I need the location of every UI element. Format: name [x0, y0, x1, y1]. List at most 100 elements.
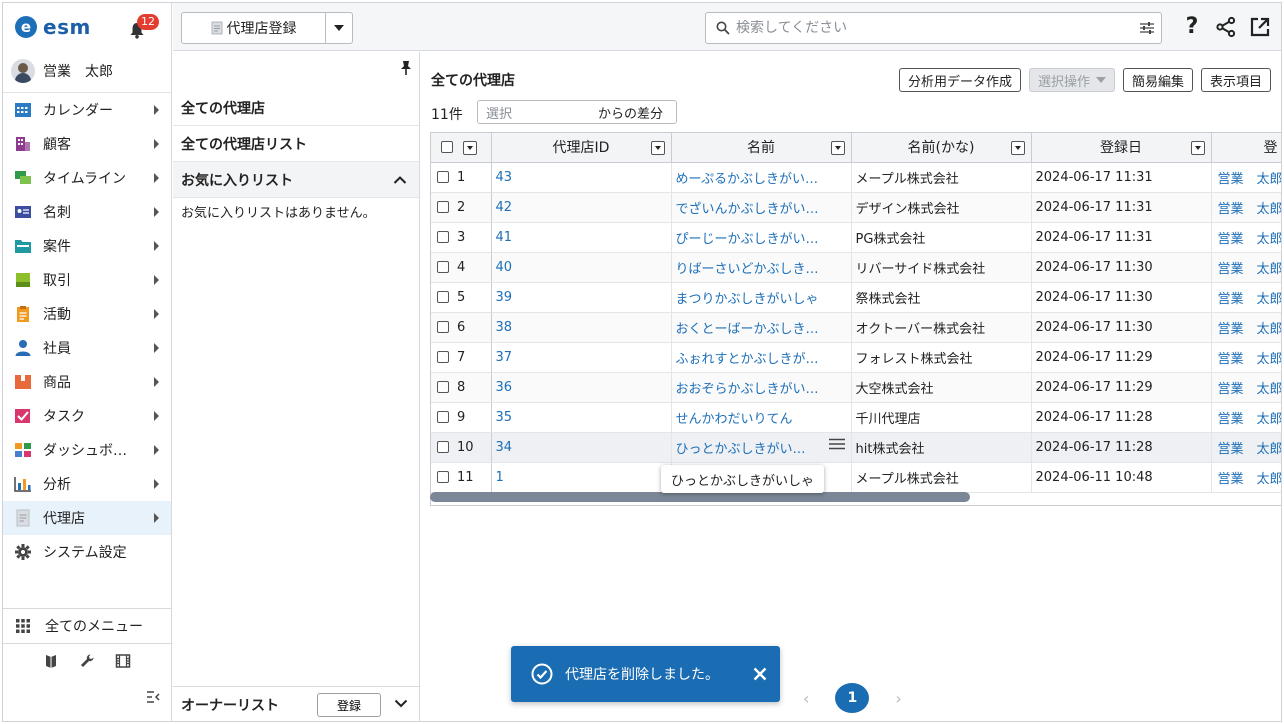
registrant-cell[interactable]: 営業 太郎: [1211, 312, 1281, 343]
agency-name-cell[interactable]: でざいんかぶしきがいしゃ: [671, 192, 852, 223]
breadcrumb-button[interactable]: 代理店登録: [182, 13, 326, 43]
agency-name-link[interactable]: りばーさいどかぶしきがいしゃ: [676, 258, 824, 277]
agency-name-link[interactable]: でざいんかぶしきがいしゃ: [676, 198, 824, 217]
agency-id-cell[interactable]: 36: [491, 372, 672, 403]
wrench-icon[interactable]: [79, 653, 95, 669]
prev-page-icon[interactable]: ‹: [803, 689, 809, 708]
row-checkbox[interactable]: [437, 321, 449, 333]
agency-id-link[interactable]: 43: [496, 170, 513, 185]
agency-id-cell[interactable]: 38: [491, 312, 672, 343]
agency-id-link[interactable]: 34: [496, 440, 513, 455]
list-all-agencies[interactable]: 全ての代理店: [173, 90, 419, 126]
agency-name-cell[interactable]: まつりかぶしきがいしゃ: [671, 282, 852, 313]
sidebar-item-12[interactable]: 代理店: [3, 501, 171, 535]
list-all-agency-lists[interactable]: 全ての代理店リスト: [173, 126, 419, 162]
agency-id-cell[interactable]: 35: [491, 402, 672, 433]
share-icon[interactable]: [1215, 16, 1237, 38]
table-row[interactable]: 11 1 メープル株式会社 2024-06-11 10:48 営業 太郎: [431, 462, 1281, 493]
table-row[interactable]: 7 37 ふぉれすとかぶしきがいしゃ フォレスト株式会社2024-06-17 11:2…: [431, 342, 1281, 373]
breadcrumb-dropdown[interactable]: [326, 25, 352, 31]
registrant-cell[interactable]: 営業 太郎: [1211, 462, 1281, 493]
agency-id-link[interactable]: 35: [496, 410, 513, 425]
agency-name-link[interactable]: ぴーじーかぶしきがいしゃ: [676, 228, 824, 247]
agency-id-cell[interactable]: 40: [491, 252, 672, 283]
agency-name-cell[interactable]: めーぷるかぶしきがいしゃ: [671, 162, 852, 193]
column-header-id[interactable]: 代理店ID: [491, 133, 672, 163]
manual-icon[interactable]: [43, 653, 59, 669]
column-date-menu[interactable]: [1190, 141, 1205, 155]
table-row[interactable]: 10 34 ひっとかぶしきがいしゃ hit株式会社 2024-06-17 11:28 営業…: [431, 432, 1281, 463]
registrant-cell[interactable]: 営業 太郎: [1211, 252, 1281, 283]
agency-id-cell[interactable]: 41: [491, 222, 672, 253]
agency-id-cell[interactable]: 43: [491, 162, 672, 193]
agency-name-cell[interactable]: ぴーじーかぶしきがいしゃ: [671, 222, 852, 253]
row-checkbox[interactable]: [437, 231, 449, 243]
select-all-dropdown[interactable]: [462, 141, 477, 155]
sidebar-item-10[interactable]: ダッシュボ…: [3, 433, 171, 467]
sidebar-item-2[interactable]: タイムライン: [3, 161, 171, 195]
registrant-cell[interactable]: 営業 太郎: [1211, 222, 1281, 253]
agency-name-cell[interactable]: ふぉれすとかぶしきがいしゃ: [671, 342, 852, 373]
row-checkbox[interactable]: [437, 201, 449, 213]
column-header-name[interactable]: 名前: [671, 133, 852, 163]
agency-name-link[interactable]: おくとーばーかぶしきがいしゃ: [676, 318, 824, 337]
table-row[interactable]: 6 38 おくとーばーかぶしきがいしゃ オクトーバー株式会社2024-06-17 11…: [431, 312, 1281, 343]
analysis-data-button[interactable]: 分析用データ作成: [898, 68, 1021, 92]
horizontal-scrollbar[interactable]: [430, 492, 970, 502]
registrant-cell[interactable]: 営業 太郎: [1211, 372, 1281, 403]
collapse-sidebar-icon[interactable]: [145, 689, 161, 705]
table-row[interactable]: 5 39 まつりかぶしきがいしゃ 祭株式会社 2024-06-17 11:30 営業 太郎: [431, 282, 1281, 313]
agency-id-cell[interactable]: 42: [491, 192, 672, 223]
table-row[interactable]: 2 42 でざいんかぶしきがいしゃ デザイン株式会社 2024-06-17 11:31 営…: [431, 192, 1281, 223]
sidebar-item-0[interactable]: カレンダー: [3, 93, 171, 127]
agency-name-link[interactable]: ふぉれすとかぶしきがいしゃ: [676, 348, 824, 367]
agency-name-link[interactable]: おおぞらかぶしきがいしゃ: [676, 378, 824, 397]
display-columns-button[interactable]: 表示項目: [1200, 68, 1271, 92]
diff-select[interactable]: 選択 からの差分: [477, 100, 677, 124]
app-logo[interactable]: e esm: [15, 13, 91, 41]
registrant-cell[interactable]: 営業 太郎: [1211, 162, 1281, 193]
agency-id-link[interactable]: 1: [496, 470, 504, 485]
agency-name-cell[interactable]: りばーさいどかぶしきがいしゃ: [671, 252, 852, 283]
table-row[interactable]: 4 40 りばーさいどかぶしきがいしゃ リバーサイド株式会社2024-06-17 11…: [431, 252, 1281, 283]
table-row[interactable]: 9 35 せんかわだいりてん 千川代理店 2024-06-17 11:28 営業 太郎: [431, 402, 1281, 433]
table-row[interactable]: 3 41 ぴーじーかぶしきがいしゃ PG株式会社 2024-06-17 11:31 営業 …: [431, 222, 1281, 253]
film-icon[interactable]: [115, 653, 131, 669]
agency-name-cell[interactable]: ひっとかぶしきがいしゃ: [671, 432, 852, 463]
row-checkbox[interactable]: [437, 441, 449, 453]
row-checkbox[interactable]: [437, 411, 449, 423]
row-checkbox[interactable]: [437, 471, 449, 483]
agency-id-link[interactable]: 41: [496, 230, 513, 245]
row-checkbox[interactable]: [437, 291, 449, 303]
agency-id-cell[interactable]: 1: [491, 462, 672, 493]
quick-edit-button[interactable]: 簡易編集: [1122, 68, 1193, 92]
agency-id-link[interactable]: 37: [496, 350, 513, 365]
column-header-kana[interactable]: 名前(かな): [851, 133, 1032, 163]
search-input[interactable]: [736, 20, 1133, 36]
next-page-icon[interactable]: ›: [895, 689, 901, 708]
column-id-menu[interactable]: [650, 141, 665, 155]
agency-name-link[interactable]: めーぷるかぶしきがいしゃ: [676, 168, 824, 187]
pin-icon[interactable]: [399, 60, 413, 76]
table-row[interactable]: 8 36 おおぞらかぶしきがいしゃ 大空株式会社 2024-06-17 11:29 営業 …: [431, 372, 1281, 403]
row-checkbox[interactable]: [437, 171, 449, 183]
agency-name-cell[interactable]: せんかわだいりてん: [671, 402, 852, 433]
sidebar-item-11[interactable]: 分析: [3, 467, 171, 501]
sidebar-item-4[interactable]: 案件: [3, 229, 171, 263]
sidebar-item-3[interactable]: 名刺: [3, 195, 171, 229]
column-kana-menu[interactable]: [1010, 141, 1025, 155]
agency-id-link[interactable]: 36: [496, 380, 513, 395]
select-all-checkbox[interactable]: [441, 141, 453, 154]
sidebar-item-6[interactable]: 活動: [3, 297, 171, 331]
column-name-menu[interactable]: [830, 141, 845, 155]
sidebar-item-13[interactable]: システム設定: [3, 535, 171, 569]
sidebar-item-8[interactable]: 商品: [3, 365, 171, 399]
column-header-registrant[interactable]: 登: [1211, 133, 1281, 163]
table-row[interactable]: 1 43 めーぷるかぶしきがいしゃ メープル株式会社 2024-06-17 11:31 営…: [431, 162, 1281, 193]
selection-action-button[interactable]: 選択操作: [1028, 68, 1115, 92]
page-number-current[interactable]: 1: [835, 683, 870, 713]
agency-name-cell[interactable]: おくとーばーかぶしきがいしゃ: [671, 312, 852, 343]
agency-id-cell[interactable]: 34: [491, 432, 672, 463]
agency-id-cell[interactable]: 39: [491, 282, 672, 313]
agency-name-cell[interactable]: おおぞらかぶしきがいしゃ: [671, 372, 852, 403]
